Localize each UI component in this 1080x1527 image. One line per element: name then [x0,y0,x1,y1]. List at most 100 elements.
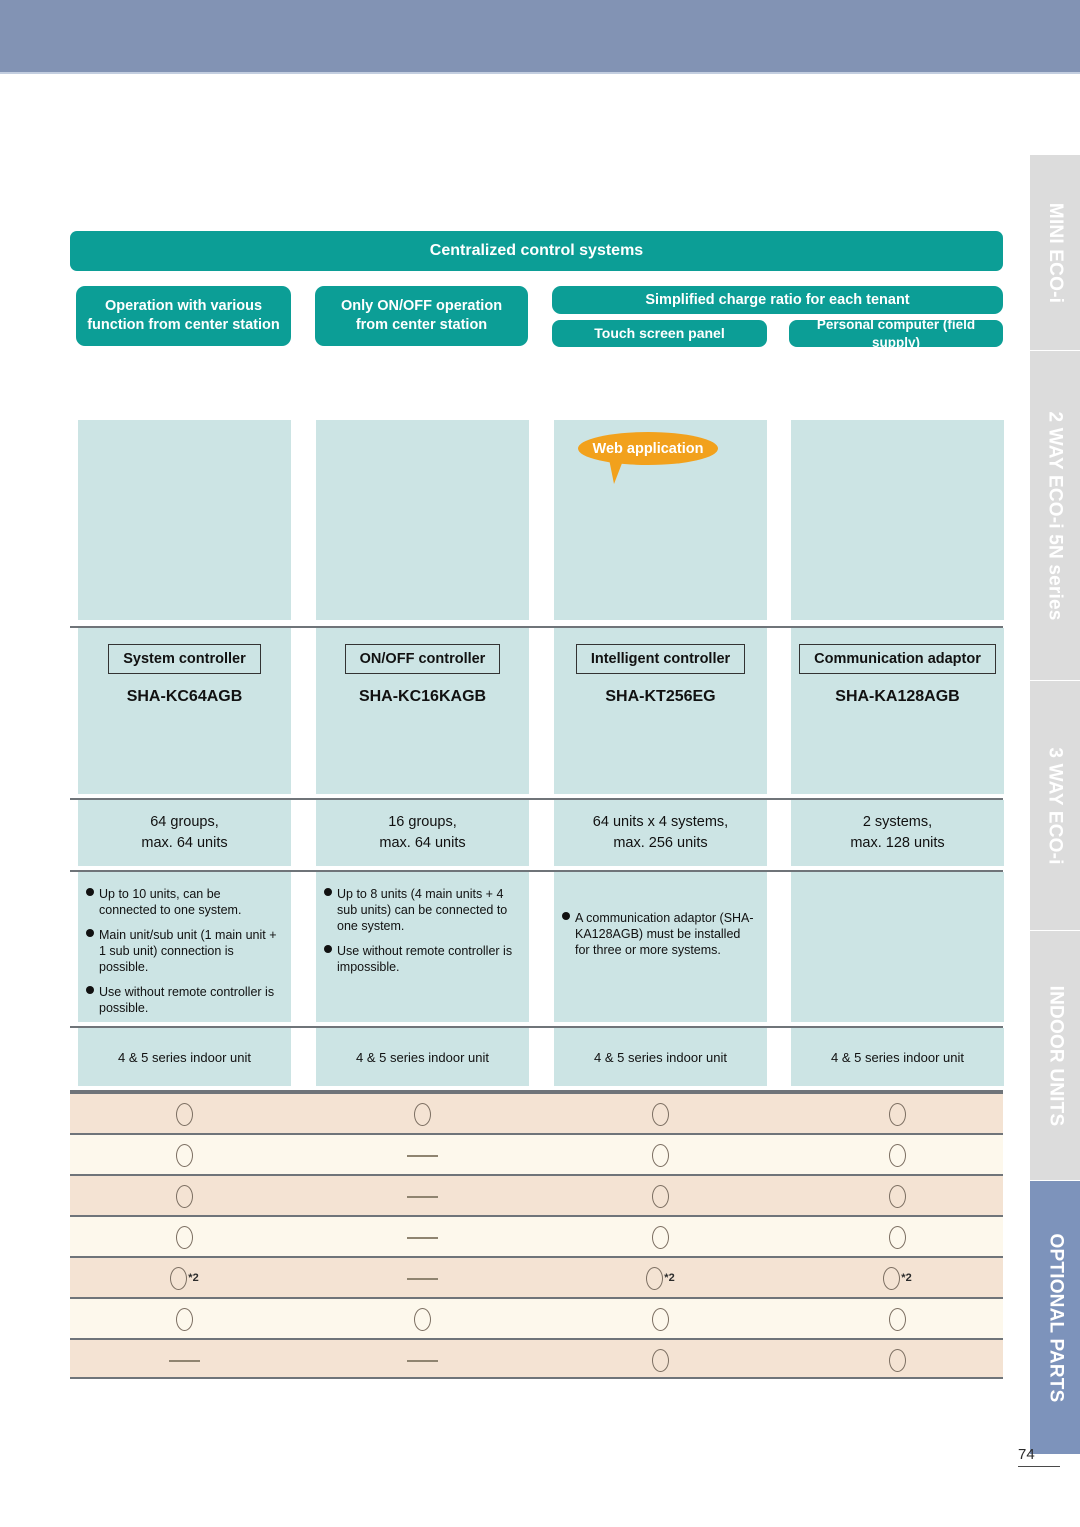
feature-cell [554,1094,767,1135]
controller-type-label: ON/OFF controller [344,644,501,674]
note-text: A communication adaptor (SHA-KA128AGB) m… [575,911,754,957]
note-text: Use without remote controller is possibl… [99,985,275,1015]
option-pill-touch-screen-panel: Touch screen panel [552,320,767,347]
indoor-unit-box: 4 & 5 series indoor unit [554,1028,767,1086]
feature-cell [316,1340,529,1381]
sidebar-tab-2-way-eco-i-5n-series[interactable]: 2 WAY ECO-i 5N series [1029,350,1080,680]
feature-support-matrix: *2 *2 *2 [70,1092,1003,1379]
table-row-capacity: 64 groups, max. 64 units 16 groups, max.… [70,800,1004,872]
section-tab-rail: MINI ECO-i 2 WAY ECO-i 5N series 3 WAY ECO… [1029,154,1080,1454]
not-supported-dash-icon [407,1195,438,1198]
product-photo-cell-0 [78,420,291,620]
table-row-notes: Up to 10 units, can be connected to one … [70,872,1004,1028]
bullet-icon [86,888,94,896]
note-item: Use without remote controller is possibl… [86,984,281,1016]
sidebar-tab-indoor-units[interactable]: INDOOR UNITS [1029,930,1080,1180]
not-supported-dash-icon [407,1359,438,1362]
feature-cell [554,1217,767,1258]
indoor-unit-box: 4 & 5 series indoor unit [316,1028,529,1086]
controller-type-label: System controller [108,644,261,674]
bullet-icon [324,945,332,953]
note-item: Up to 8 units (4 main units + 4 sub unit… [324,886,519,934]
capacity-line-1: 64 groups, [150,814,219,831]
sidebar-tab-3-way-eco-i[interactable]: 3 WAY ECO-i [1029,680,1080,930]
indoor-unit-cell-2: 4 & 5 series indoor unit [554,1028,767,1086]
product-photo-placeholder: Web application [554,420,767,620]
model-box: System controller SHA-KC64AGB [78,628,291,794]
sidebar-tab-optional-parts[interactable]: OPTIONAL PARTS [1029,1180,1080,1454]
feature-row [70,1338,1003,1379]
note-item: Use without remote controller is impossi… [324,943,519,975]
model-cell-1: ON/OFF controller SHA-KC16KAGB [316,628,529,794]
model-box: Communication adaptor SHA-KA128AGB [791,628,1004,794]
note-text: Up to 10 units, can be connected to one … [99,887,242,917]
not-supported-dash-icon [407,1277,438,1280]
indoor-unit-box: 4 & 5 series indoor unit [78,1028,291,1086]
indoor-unit-cell-1: 4 & 5 series indoor unit [316,1028,529,1086]
controller-comparison-table: Web application System controller SHA-KC… [70,420,1004,1379]
feature-cell: *2 [78,1258,291,1299]
notes-box: Up to 10 units, can be connected to one … [78,872,291,1022]
footnote-marker: *2 [664,1272,675,1284]
table-row-model: System controller SHA-KC64AGB ON/OFF con… [70,628,1004,800]
feature-cell [78,1340,291,1381]
capacity-cell-3: 2 systems, max. 128 units [791,800,1004,866]
not-supported-dash-icon [407,1154,438,1157]
feature-row [70,1215,1003,1256]
notes-box: A communication adaptor (SHA-KA128AGB) m… [554,872,767,1022]
feature-cell [316,1135,529,1176]
capacity-box: 2 systems, max. 128 units [791,800,1004,866]
category-pill-onoff-only: Only ON/OFF operation from center statio… [315,286,528,346]
feature-cell: *2 [791,1258,1004,1299]
feature-cell [791,1340,1004,1381]
sidebar-tab-mini-eco-i[interactable]: MINI ECO-i [1029,154,1080,350]
note-text: Use without remote controller is impossi… [337,944,513,974]
feature-row [70,1133,1003,1174]
product-photo-cell-2: Web application [554,420,767,620]
supported-circle-icon [889,1308,906,1331]
supported-circle-icon [652,1185,669,1208]
supported-circle-icon [652,1103,669,1126]
footnote-marker: *2 [188,1272,199,1284]
feature-cell [78,1176,291,1217]
web-application-label: Web application [578,432,718,465]
not-supported-dash-icon [169,1359,200,1362]
feature-cell [554,1176,767,1217]
note-text: Up to 8 units (4 main units + 4 sub unit… [337,887,508,933]
supported-circle-icon [414,1308,431,1331]
capacity-line-1: 64 units x 4 systems, [592,814,729,831]
bullet-icon [86,929,94,937]
web-application-callout: Web application [554,428,767,494]
feature-cell: *2 [554,1258,767,1299]
supported-circle-icon [652,1349,669,1372]
capacity-cell-0: 64 groups, max. 64 units [78,800,291,866]
feature-cell [791,1299,1004,1340]
feature-cell [316,1258,529,1299]
option-pill-personal-computer: Personal computer (field supply) [789,317,1003,350]
model-cell-2: Intelligent controller SHA-KT256EG [554,628,767,794]
feature-row [70,1092,1003,1133]
model-cell-3: Communication adaptor SHA-KA128AGB [791,628,1004,794]
indoor-unit-cell-3: 4 & 5 series indoor unit [791,1028,1004,1086]
supported-circle-icon [652,1308,669,1331]
note-item: Up to 10 units, can be connected to one … [86,886,281,918]
note-text: Main unit/sub unit (1 main unit + 1 sub … [99,928,277,974]
capacity-box: 64 units x 4 systems, max. 256 units [554,800,767,866]
sidebar-tab-label: 3 WAY ECO-i [1045,746,1067,865]
footnote-marker: *2 [901,1272,912,1284]
capacity-line-1: 2 systems, [862,814,933,831]
model-number: SHA-KA128AGB [835,688,960,705]
feature-cell [791,1176,1004,1217]
supported-circle-icon [176,1185,193,1208]
supported-circle-icon [889,1349,906,1372]
feature-cell [316,1176,529,1217]
model-number: SHA-KC16KAGB [358,688,487,705]
capacity-cell-1: 16 groups, max. 64 units [316,800,529,866]
model-box: ON/OFF controller SHA-KC16KAGB [316,628,529,794]
sidebar-tab-label: 2 WAY ECO-i 5N series [1045,410,1066,621]
supported-circle-icon [176,1308,193,1331]
capacity-line-1: 16 groups, [388,814,457,831]
bullet-icon [86,986,94,994]
model-number: SHA-KC64AGB [126,688,243,705]
supported-circle-icon [176,1226,193,1249]
